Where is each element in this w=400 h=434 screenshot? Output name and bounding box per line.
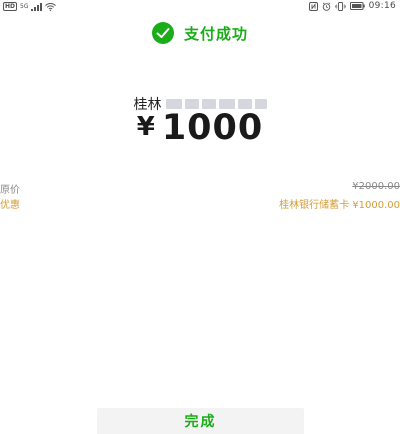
discount-label: 优惠 xyxy=(0,200,20,211)
page-title: 支付成功 xyxy=(183,24,248,43)
battery-icon xyxy=(349,2,365,10)
vibrate-icon xyxy=(334,1,346,11)
payment-success-header: 支付成功 xyxy=(0,22,400,44)
network-type-label: 5G xyxy=(20,2,29,10)
status-bar: HD 5G 09:16 xyxy=(0,0,400,14)
alarm-icon xyxy=(322,1,331,11)
status-right-group: 09:16 xyxy=(308,1,396,11)
done-button[interactable]: 完成 xyxy=(97,408,304,434)
signal-strength-icon xyxy=(31,2,43,11)
original-price-value: ¥2000.00 xyxy=(352,181,400,192)
discount-row: 优惠 桂林银行储蓄卡 ¥1000.00 xyxy=(0,196,400,211)
status-left-group: HD 5G xyxy=(3,2,57,11)
original-price-row: 原价 ¥2000.00 xyxy=(0,181,400,196)
payment-amount: ¥1000 xyxy=(0,108,400,148)
nfc-icon xyxy=(308,1,318,11)
hd-badge: HD xyxy=(3,2,18,11)
currency-symbol: ¥ xyxy=(136,112,156,142)
discount-value: 桂林银行储蓄卡 ¥1000.00 xyxy=(279,200,400,211)
original-price-label: 原价 xyxy=(0,185,20,196)
wifi-icon xyxy=(45,2,57,11)
amount-value: 1000 xyxy=(161,108,264,148)
checkmark-icon xyxy=(151,22,174,44)
status-time: 09:16 xyxy=(368,1,396,11)
